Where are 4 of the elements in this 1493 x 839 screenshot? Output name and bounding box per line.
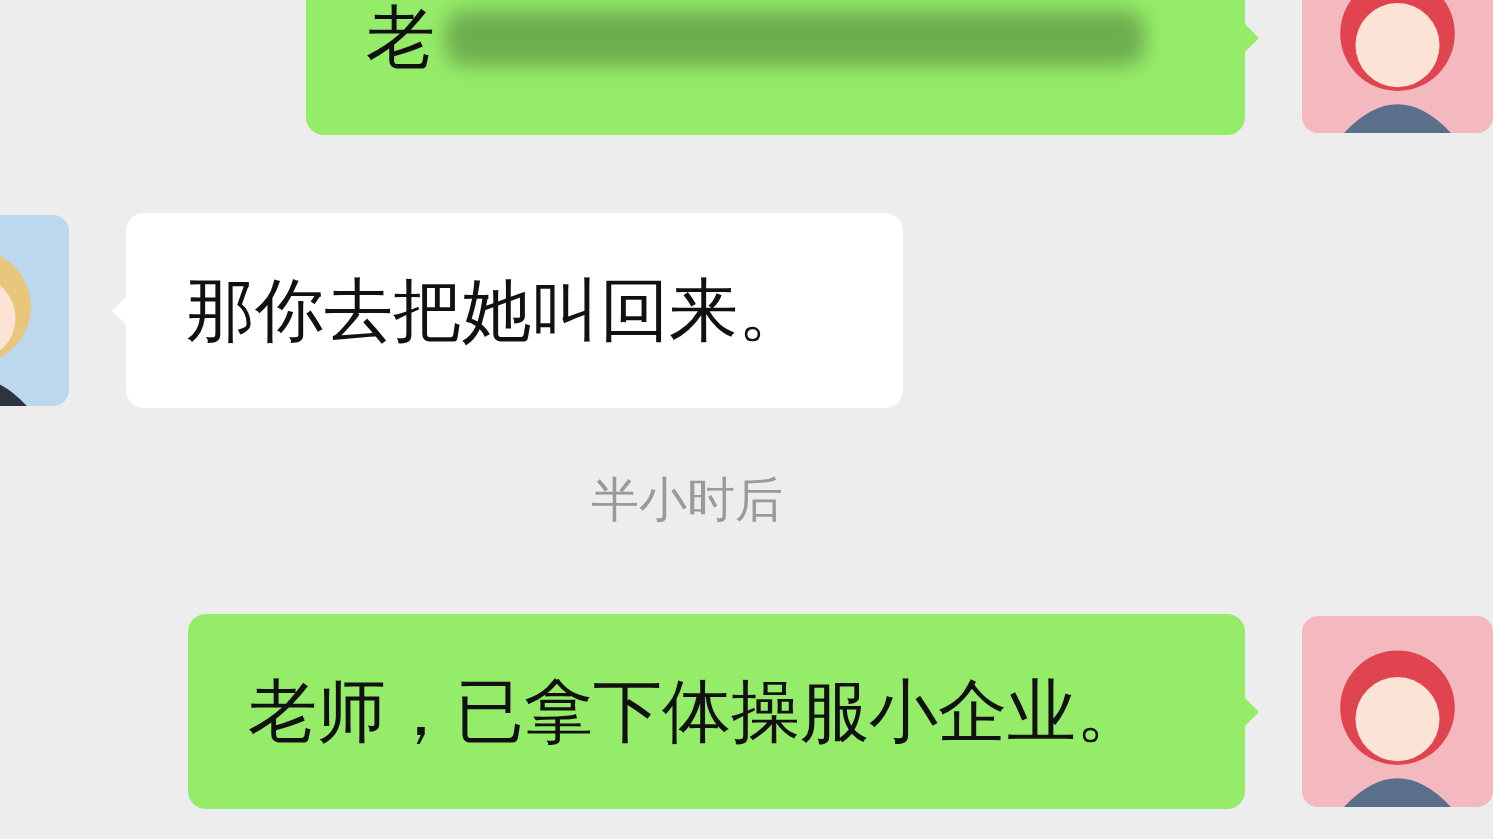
timestamp: 半小时后 (590, 470, 783, 529)
message-text: 老师，已拿下体操服小企业。 (248, 669, 1145, 753)
message-text: 那你去把她叫回来。 (186, 268, 807, 352)
message-text: 老 (366, 0, 435, 79)
